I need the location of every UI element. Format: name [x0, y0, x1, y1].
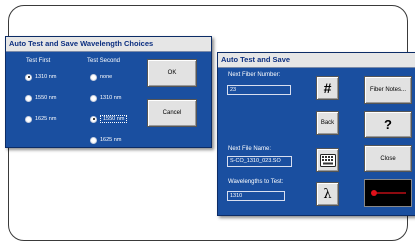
test-first-label: Test First [26, 58, 51, 64]
radio-label: 1625 nm [100, 137, 122, 143]
back-button[interactable]: Back [316, 111, 339, 135]
radio-label: 1550 nm [100, 115, 128, 123]
fiber-notes-button[interactable]: Fiber Notes... [364, 76, 412, 104]
close-button[interactable]: Close [364, 145, 412, 172]
next-fiber-field[interactable]: 23 [227, 85, 291, 95]
help-button[interactable]: ? [364, 111, 412, 138]
radio-label: 1625 nm [35, 116, 57, 122]
radio-dot-selected [90, 115, 97, 123]
laser-button[interactable] [364, 179, 412, 207]
wavelength-choices-dialog: Auto Test and Save Wavelength Choices Te… [5, 36, 212, 148]
radio-dot [25, 115, 32, 123]
radio-dot [90, 73, 97, 81]
test-second-label: Test Second [87, 58, 121, 64]
radio-dot [90, 136, 97, 144]
keyboard-button[interactable] [316, 148, 339, 172]
auto-test-save-dialog: Auto Test and Save Next Fiber Number: 23… [217, 52, 415, 216]
hash-button[interactable]: # [316, 76, 339, 100]
laser-icon [371, 190, 406, 196]
radio-dot-selected [25, 73, 32, 81]
radio-first-1625[interactable]: 1625 nm [25, 114, 56, 124]
radio-label: 1550 nm [35, 95, 57, 101]
cancel-button[interactable]: Cancel [147, 99, 197, 127]
radio-dot [90, 94, 97, 102]
next-fiber-label: Next Fiber Number: [228, 72, 281, 78]
radio-second-1310[interactable]: 1310 nm [90, 93, 121, 103]
radio-label: 1310 nm [35, 74, 57, 80]
lambda-button[interactable]: λ [316, 182, 339, 206]
ok-button[interactable]: OK [147, 59, 197, 87]
wavelengths-label: Wavelengths to Test: [228, 179, 284, 185]
radio-label: none [100, 74, 113, 80]
radio-label: 1310 nm [100, 95, 122, 101]
radio-first-1550[interactable]: 1550 nm [25, 93, 56, 103]
radio-second-none[interactable]: none [90, 72, 112, 82]
radio-first-1310[interactable]: 1310 nm [25, 72, 56, 82]
keyboard-icon [319, 153, 336, 167]
radio-second-1625[interactable]: 1625 nm [90, 135, 121, 145]
wavelengths-field[interactable]: 1310 [227, 191, 285, 201]
save-dialog-title: Auto Test and Save [218, 53, 415, 68]
next-file-label: Next File Name: [228, 146, 272, 152]
radio-second-1550[interactable]: 1550 nm [90, 114, 128, 124]
choices-dialog-title: Auto Test and Save Wavelength Choices [6, 37, 211, 52]
radio-dot [25, 94, 32, 102]
next-file-field[interactable]: S-CO_1310_023.SO [227, 156, 292, 167]
